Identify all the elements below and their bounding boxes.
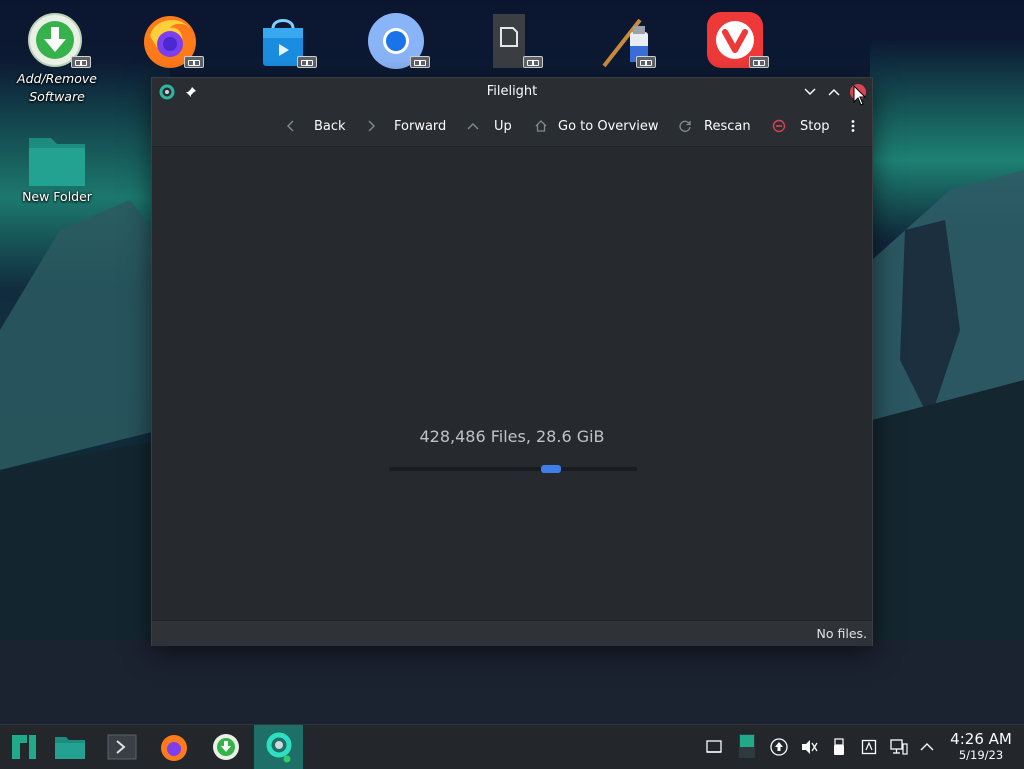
link-badge-icon xyxy=(71,56,91,68)
link-badge-icon xyxy=(749,56,769,68)
desktop-icon-new-folder[interactable]: New Folder xyxy=(9,128,105,206)
scan-summary: 428,486 Files, 28.6 GiB xyxy=(419,427,605,446)
taskbar-firefox[interactable] xyxy=(150,725,198,769)
application-launcher-button[interactable] xyxy=(0,725,48,769)
maximize-button[interactable] xyxy=(825,83,843,101)
forward-label: Forward xyxy=(394,118,447,134)
home-icon xyxy=(535,120,547,132)
scan-progress-indicator xyxy=(541,465,561,473)
go-to-overview-button[interactable]: Go to Overview xyxy=(534,116,659,136)
stop-icon xyxy=(772,119,786,133)
mouse-cursor-icon xyxy=(853,85,867,106)
taskbar-software-manager[interactable] xyxy=(202,725,250,769)
stop-button[interactable]: Stop xyxy=(772,116,830,136)
link-badge-icon xyxy=(636,56,656,68)
link-badge-icon xyxy=(184,56,204,68)
refresh-icon xyxy=(679,120,691,132)
more-menu-button[interactable] xyxy=(851,116,855,136)
network-wired-icon[interactable] xyxy=(889,737,909,757)
link-badge-icon xyxy=(523,56,543,68)
clock-date: 5/19/23 xyxy=(958,748,1004,762)
link-badge-icon xyxy=(410,56,430,68)
go-to-overview-label: Go to Overview xyxy=(558,118,659,134)
firefox-icon xyxy=(161,735,187,761)
desktop-icon-paint-app[interactable] xyxy=(574,10,670,70)
desktop-icon-software-store[interactable] xyxy=(235,10,331,70)
desktop-icon-add-remove-software[interactable]: Add/Remove Software xyxy=(9,10,105,106)
clock-time: 4:26 AM xyxy=(950,730,1012,748)
window-title: Filelight xyxy=(486,84,538,99)
digital-clock[interactable]: 4:26 AM 5/19/23 xyxy=(946,730,1016,763)
clipboard-icon[interactable] xyxy=(859,737,879,757)
scan-view: 428,486 Files, 28.6 GiB xyxy=(152,147,872,620)
taskbar: 4:26 AM 5/19/23 xyxy=(0,724,1024,769)
taskbar-filelight[interactable] xyxy=(254,725,303,769)
manjaro-logo-icon xyxy=(12,735,36,759)
rescan-button[interactable]: Rescan xyxy=(678,116,751,136)
scan-progress-bar xyxy=(389,465,637,473)
link-badge-icon xyxy=(297,56,317,68)
software-download-icon xyxy=(213,734,239,760)
terminal-icon xyxy=(107,734,137,760)
desktop-icon-document-viewer[interactable] xyxy=(461,10,557,70)
desktop-icon-label: Add/Remove Software xyxy=(17,71,97,104)
status-text: No files. xyxy=(816,626,868,641)
main-toolbar: Back Forward Up Go to Overview Rescan St… xyxy=(152,107,872,147)
volume-muted-icon[interactable] xyxy=(799,737,819,757)
folder-icon xyxy=(29,138,85,186)
back-button[interactable]: Back xyxy=(286,116,346,136)
back-label: Back xyxy=(314,118,346,134)
arrow-right-icon xyxy=(368,120,375,132)
window-titlebar[interactable]: Filelight xyxy=(152,78,872,107)
status-bar: No files. xyxy=(152,620,872,646)
up-button[interactable]: Up xyxy=(466,116,512,136)
desktop-icon-label: New Folder xyxy=(22,189,92,204)
desktop-icon-chromium[interactable] xyxy=(348,10,444,70)
updates-icon[interactable] xyxy=(769,737,789,757)
system-tray-expand-icon[interactable] xyxy=(917,737,937,757)
usb-device-icon[interactable] xyxy=(829,737,849,757)
filelight-window[interactable]: Filelight Back Forward Up Go to Overview xyxy=(151,77,873,646)
taskbar-file-manager[interactable] xyxy=(46,725,94,769)
minimize-button[interactable] xyxy=(801,83,819,101)
arrow-left-icon xyxy=(287,120,294,132)
desktop-icon-firefox[interactable] xyxy=(122,10,218,70)
desktop-icon-vivaldi[interactable] xyxy=(687,10,783,70)
arrow-up-icon xyxy=(467,123,479,130)
up-label: Up xyxy=(494,118,512,134)
kebab-menu-icon xyxy=(851,120,855,132)
rescan-label: Rescan xyxy=(704,118,751,134)
forward-button[interactable]: Forward xyxy=(366,116,446,136)
taskbar-terminal[interactable] xyxy=(98,725,146,769)
filelight-app-icon xyxy=(266,732,291,763)
folder-icon xyxy=(55,737,85,759)
storage-device-icon[interactable] xyxy=(737,733,757,759)
stop-label: Stop xyxy=(800,118,830,134)
show-desktop-icon[interactable] xyxy=(704,737,724,757)
